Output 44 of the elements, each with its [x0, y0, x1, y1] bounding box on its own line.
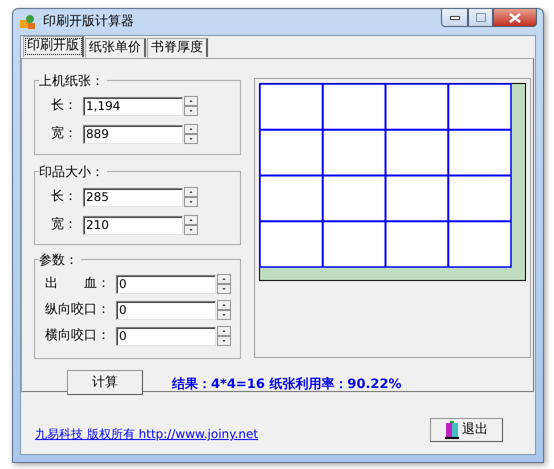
number-field[interactable]: 285 — [83, 188, 183, 206]
field-label: 宽： — [51, 216, 78, 234]
number-field[interactable]: 1,194 — [83, 96, 183, 116]
tab[interactable]: 纸张单价 — [85, 38, 146, 57]
field-label: 出 血： — [45, 275, 111, 294]
field-label: 宽： — [51, 125, 78, 144]
result-text: 结果：4*4=16 纸张利用率：90.22% — [172, 376, 402, 394]
number-field[interactable]: 889 — [83, 124, 183, 144]
close-button[interactable] — [493, 8, 537, 27]
copyright-link[interactable]: 九易科技 版权所有 http://www.joiny.net — [35, 425, 258, 443]
tab[interactable]: 书脊厚度 — [147, 38, 208, 57]
spin-down-button[interactable] — [184, 197, 198, 207]
window-title: 印刷开版计算器 — [43, 13, 134, 32]
field-label: 长： — [51, 188, 78, 206]
minimize-button[interactable] — [441, 8, 468, 27]
door-icon — [445, 421, 459, 439]
maximize-button[interactable] — [468, 8, 493, 27]
field-label: 长： — [51, 97, 78, 116]
spin-up-button[interactable] — [184, 187, 198, 197]
spin-up-button[interactable] — [184, 124, 198, 134]
spin-down-button[interactable] — [217, 310, 231, 320]
minimize-icon — [450, 16, 460, 20]
spin-up-button[interactable] — [217, 326, 231, 336]
spin-up-button[interactable] — [217, 300, 231, 310]
maximize-icon — [476, 13, 486, 22]
close-icon — [509, 12, 521, 22]
field-label: 横向咬口： — [45, 327, 111, 346]
spin-down-button[interactable] — [217, 336, 231, 346]
app-icon — [19, 14, 37, 30]
spin-down-button[interactable] — [184, 225, 198, 235]
tab[interactable]: 印刷开版 — [23, 36, 84, 57]
calculate-button[interactable]: 计算 — [67, 370, 143, 395]
number-field[interactable]: 210 — [83, 216, 183, 234]
spin-up-button[interactable] — [184, 215, 198, 225]
spin-down-button[interactable] — [184, 106, 198, 116]
number-field[interactable]: 0 — [116, 300, 216, 320]
spin-up-button[interactable] — [184, 96, 198, 106]
number-field[interactable]: 0 — [116, 326, 216, 346]
spin-down-button[interactable] — [184, 134, 198, 144]
spin-up-button[interactable] — [217, 274, 231, 284]
field-label: 纵向咬口： — [45, 301, 111, 320]
number-field[interactable]: 0 — [116, 274, 216, 294]
spin-down-button[interactable] — [217, 284, 231, 294]
exit-button[interactable]: 退出 — [430, 418, 503, 442]
